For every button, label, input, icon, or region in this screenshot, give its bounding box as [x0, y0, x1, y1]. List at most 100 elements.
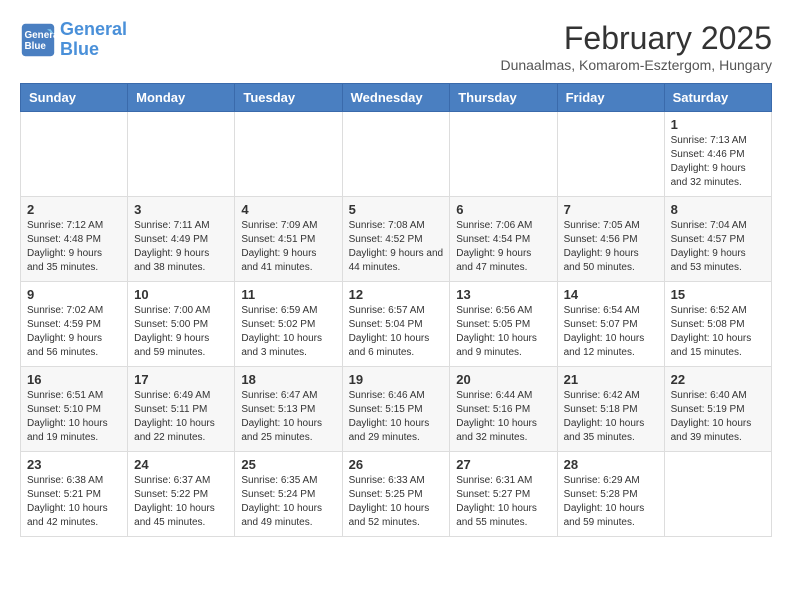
calendar-day-cell: 21 Sunrise: 6:42 AM Sunset: 5:18 PM Dayli… [557, 367, 664, 452]
calendar-day-cell: 16 Sunrise: 6:51 AM Sunset: 5:10 PM Dayli… [21, 367, 128, 452]
day-number: 9 [27, 287, 121, 302]
day-info: Sunrise: 6:33 AM Sunset: 5:25 PM Dayligh… [349, 474, 444, 530]
page-header: General Blue General Blue February 2025 … [20, 20, 772, 73]
calendar-day-cell: 12Sunrise: 6:57 AM Sunset: 5:04 PM Dayli… [342, 282, 450, 367]
day-of-week-header: Sunday [21, 84, 128, 112]
calendar-day-cell [128, 112, 235, 197]
day-info: Sunrise: 6:51 AM Sunset: 5:10 PM Dayligh… [27, 389, 121, 445]
day-number: 28 [564, 457, 658, 472]
day-info: Sunrise: 6:40 AM Sunset: 5:19 PM Dayligh… [671, 389, 765, 445]
calendar-day-cell: 8 Sunrise: 7:04 AM Sunset: 4:57 PM Daylig… [664, 197, 771, 282]
calendar-day-cell: 28Sunrise: 6:29 AM Sunset: 5:28 PM Dayli… [557, 452, 664, 537]
day-info: Sunrise: 7:12 AM Sunset: 4:48 PM Dayligh… [27, 219, 121, 275]
calendar-week-row: 2 Sunrise: 7:12 AM Sunset: 4:48 PM Daylig… [21, 197, 772, 282]
calendar-day-cell: 1Sunrise: 7:13 AM Sunset: 4:46 PM Daylig… [664, 112, 771, 197]
day-of-week-header: Friday [557, 84, 664, 112]
day-number: 27 [456, 457, 550, 472]
day-number: 22 [671, 372, 765, 387]
day-info: Sunrise: 6:35 AM Sunset: 5:24 PM Dayligh… [241, 474, 335, 530]
calendar-day-cell: 25Sunrise: 6:35 AM Sunset: 5:24 PM Dayli… [235, 452, 342, 537]
day-info: Sunrise: 7:11 AM Sunset: 4:49 PM Dayligh… [134, 219, 228, 275]
calendar-day-cell: 19 Sunrise: 6:46 AM Sunset: 5:15 PM Dayli… [342, 367, 450, 452]
day-number: 7 [564, 202, 658, 217]
day-number: 2 [27, 202, 121, 217]
day-info: Sunrise: 6:56 AM Sunset: 5:05 PM Dayligh… [456, 304, 550, 360]
day-number: 18 [241, 372, 335, 387]
day-number: 15 [671, 287, 765, 302]
calendar-day-cell [21, 112, 128, 197]
day-number: 26 [349, 457, 444, 472]
calendar-day-cell: 10Sunrise: 7:00 AM Sunset: 5:00 PM Dayli… [128, 282, 235, 367]
calendar-day-cell: 5 Sunrise: 7:08 AM Sunset: 4:52 PM Daylig… [342, 197, 450, 282]
day-info: Sunrise: 6:42 AM Sunset: 5:18 PM Dayligh… [564, 389, 658, 445]
logo-line2: Blue [60, 39, 99, 59]
logo: General Blue General Blue [20, 20, 127, 60]
day-info: Sunrise: 6:31 AM Sunset: 5:27 PM Dayligh… [456, 474, 550, 530]
logo-icon: General Blue [20, 22, 56, 58]
day-number: 21 [564, 372, 658, 387]
calendar-day-cell [557, 112, 664, 197]
calendar-day-cell: 14 Sunrise: 6:54 AM Sunset: 5:07 PM Dayli… [557, 282, 664, 367]
calendar-week-row: 16 Sunrise: 6:51 AM Sunset: 5:10 PM Dayli… [21, 367, 772, 452]
calendar-day-cell: 2 Sunrise: 7:12 AM Sunset: 4:48 PM Daylig… [21, 197, 128, 282]
day-number: 1 [671, 117, 765, 132]
calendar-day-cell: 3Sunrise: 7:11 AM Sunset: 4:49 PM Daylig… [128, 197, 235, 282]
calendar-week-row: 9Sunrise: 7:02 AM Sunset: 4:59 PM Daylig… [21, 282, 772, 367]
logo-text: General Blue [60, 20, 127, 60]
calendar-day-cell: 7Sunrise: 7:05 AM Sunset: 4:56 PM Daylig… [557, 197, 664, 282]
day-info: Sunrise: 6:47 AM Sunset: 5:13 PM Dayligh… [241, 389, 335, 445]
day-info: Sunrise: 7:09 AM Sunset: 4:51 PM Dayligh… [241, 219, 335, 275]
day-number: 4 [241, 202, 335, 217]
day-of-week-header: Monday [128, 84, 235, 112]
svg-text:Blue: Blue [25, 41, 47, 52]
calendar-day-cell: 23 Sunrise: 6:38 AM Sunset: 5:21 PM Dayli… [21, 452, 128, 537]
title-block: February 2025 Dunaalmas, Komarom-Eszterg… [500, 20, 772, 73]
day-number: 12 [349, 287, 444, 302]
day-info: Sunrise: 6:54 AM Sunset: 5:07 PM Dayligh… [564, 304, 658, 360]
day-number: 20 [456, 372, 550, 387]
day-info: Sunrise: 7:04 AM Sunset: 4:57 PM Dayligh… [671, 219, 765, 275]
calendar-day-cell: 4 Sunrise: 7:09 AM Sunset: 4:51 PM Daylig… [235, 197, 342, 282]
day-info: Sunrise: 6:49 AM Sunset: 5:11 PM Dayligh… [134, 389, 228, 445]
calendar-day-cell [664, 452, 771, 537]
calendar-week-row: 23 Sunrise: 6:38 AM Sunset: 5:21 PM Dayli… [21, 452, 772, 537]
month-title: February 2025 [500, 20, 772, 57]
location-subtitle: Dunaalmas, Komarom-Esztergom, Hungary [500, 57, 772, 73]
calendar-header-row: SundayMondayTuesdayWednesdayThursdayFrid… [21, 84, 772, 112]
calendar-day-cell: 26 Sunrise: 6:33 AM Sunset: 5:25 PM Dayli… [342, 452, 450, 537]
day-info: Sunrise: 7:00 AM Sunset: 5:00 PM Dayligh… [134, 304, 228, 360]
day-number: 19 [349, 372, 444, 387]
day-number: 6 [456, 202, 550, 217]
day-info: Sunrise: 6:46 AM Sunset: 5:15 PM Dayligh… [349, 389, 444, 445]
day-info: Sunrise: 7:06 AM Sunset: 4:54 PM Dayligh… [456, 219, 550, 275]
calendar-day-cell: 13 Sunrise: 6:56 AM Sunset: 5:05 PM Dayli… [450, 282, 557, 367]
day-number: 16 [27, 372, 121, 387]
day-number: 24 [134, 457, 228, 472]
calendar-day-cell: 17 Sunrise: 6:49 AM Sunset: 5:11 PM Dayli… [128, 367, 235, 452]
calendar-day-cell: 15 Sunrise: 6:52 AM Sunset: 5:08 PM Dayli… [664, 282, 771, 367]
calendar-day-cell: 6 Sunrise: 7:06 AM Sunset: 4:54 PM Daylig… [450, 197, 557, 282]
day-info: Sunrise: 7:08 AM Sunset: 4:52 PM Dayligh… [349, 219, 444, 275]
calendar-day-cell: 20Sunrise: 6:44 AM Sunset: 5:16 PM Dayli… [450, 367, 557, 452]
day-number: 11 [241, 287, 335, 302]
calendar-day-cell: 27 Sunrise: 6:31 AM Sunset: 5:27 PM Dayli… [450, 452, 557, 537]
calendar-table: SundayMondayTuesdayWednesdayThursdayFrid… [20, 83, 772, 537]
day-info: Sunrise: 6:59 AM Sunset: 5:02 PM Dayligh… [241, 304, 335, 360]
calendar-day-cell [450, 112, 557, 197]
calendar-day-cell: 18 Sunrise: 6:47 AM Sunset: 5:13 PM Dayli… [235, 367, 342, 452]
day-info: Sunrise: 6:52 AM Sunset: 5:08 PM Dayligh… [671, 304, 765, 360]
calendar-day-cell: 11 Sunrise: 6:59 AM Sunset: 5:02 PM Dayli… [235, 282, 342, 367]
calendar-week-row: 1Sunrise: 7:13 AM Sunset: 4:46 PM Daylig… [21, 112, 772, 197]
day-number: 17 [134, 372, 228, 387]
day-number: 13 [456, 287, 550, 302]
calendar-day-cell: 24 Sunrise: 6:37 AM Sunset: 5:22 PM Dayli… [128, 452, 235, 537]
logo-line1: General [60, 19, 127, 39]
day-number: 8 [671, 202, 765, 217]
day-number: 14 [564, 287, 658, 302]
calendar-day-cell: 22 Sunrise: 6:40 AM Sunset: 5:19 PM Dayli… [664, 367, 771, 452]
day-info: Sunrise: 6:38 AM Sunset: 5:21 PM Dayligh… [27, 474, 121, 530]
day-number: 23 [27, 457, 121, 472]
day-number: 5 [349, 202, 444, 217]
day-info: Sunrise: 6:37 AM Sunset: 5:22 PM Dayligh… [134, 474, 228, 530]
calendar-day-cell: 9Sunrise: 7:02 AM Sunset: 4:59 PM Daylig… [21, 282, 128, 367]
